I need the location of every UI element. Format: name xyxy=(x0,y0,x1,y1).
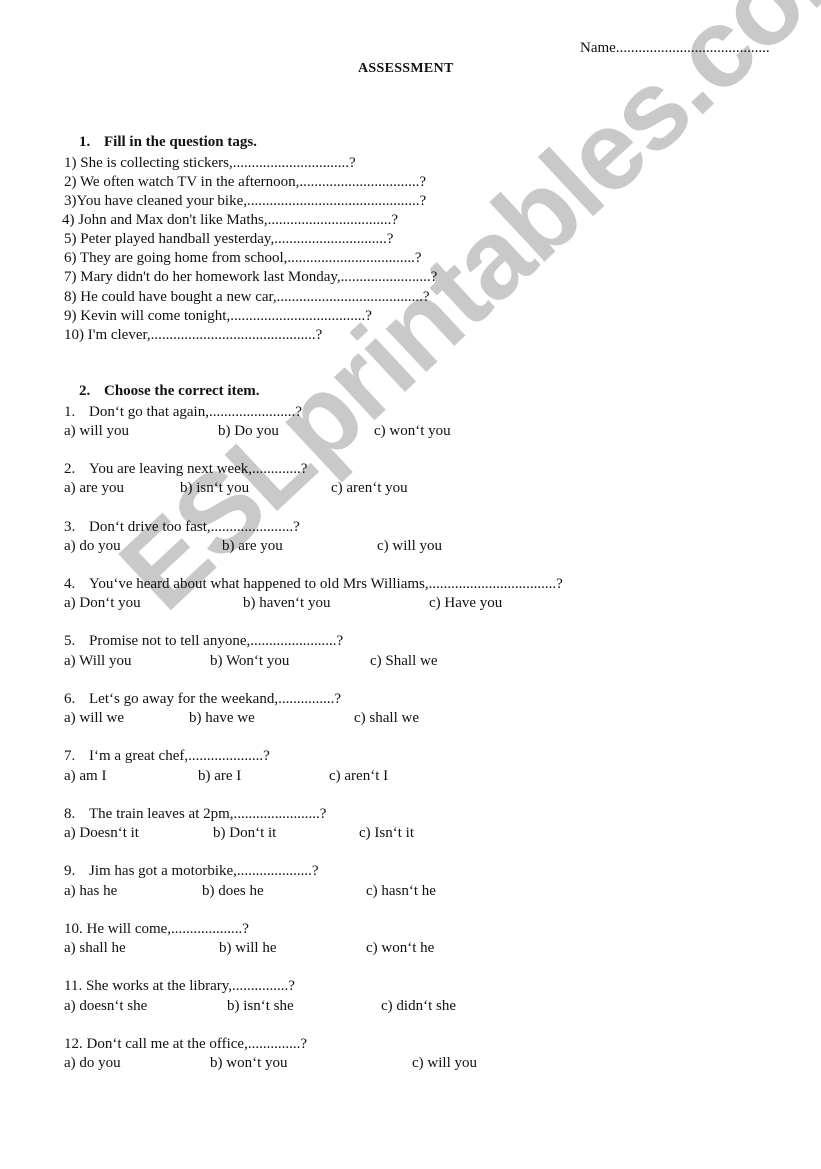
tag-item[interactable]: 6) They are going home from school,.....… xyxy=(64,250,422,267)
question-number: 11. xyxy=(64,978,83,994)
question: 1. Don‘t go that again,..................… xyxy=(64,404,302,421)
question-text: Jim has got a motorbike,................… xyxy=(89,863,319,879)
question-text: Don‘t drive too fast,...................… xyxy=(89,519,300,535)
question-text: Let‘s go away for the weekand,..........… xyxy=(89,691,341,707)
option-c[interactable]: c) shall we xyxy=(354,710,419,727)
option-a[interactable]: a) Don‘t you xyxy=(64,595,141,612)
question-text: Don‘t call me at the office,............… xyxy=(86,1036,307,1052)
option-c[interactable]: c) Shall we xyxy=(370,653,437,670)
option-c[interactable]: c) Isn‘t it xyxy=(359,825,414,842)
option-c[interactable]: c) hasn‘t he xyxy=(366,883,436,900)
tag-item[interactable]: 8) He could have bought a new car,......… xyxy=(64,289,430,306)
page-title: ASSESSMENT xyxy=(358,61,454,76)
section-number: 1. xyxy=(79,134,91,150)
question-number: 3. xyxy=(64,519,76,535)
option-a[interactable]: a) has he xyxy=(64,883,117,900)
option-b[interactable]: b) Won‘t you xyxy=(210,653,289,670)
section-title: Fill in the question tags. xyxy=(104,134,257,150)
option-c[interactable]: c) didn‘t she xyxy=(381,998,456,1015)
question-text: Don‘t go that again,....................… xyxy=(89,404,302,420)
question-number: 5. xyxy=(64,633,76,649)
section-number: 2. xyxy=(79,383,91,399)
option-a[interactable]: a) doesn‘t she xyxy=(64,998,147,1015)
question: 3. Don‘t drive too fast,.................… xyxy=(64,519,300,536)
tag-item[interactable]: 10) I'm clever,.........................… xyxy=(64,327,322,344)
option-c[interactable]: c) won‘t he xyxy=(366,940,434,957)
tag-item[interactable]: 7) Mary didn't do her homework last Mond… xyxy=(64,269,437,286)
question-number: 1. xyxy=(64,404,76,420)
question: 10. He will come,...................? xyxy=(64,921,249,938)
question-text: I‘m a great chef,....................? xyxy=(89,748,270,764)
option-a[interactable]: a) do you xyxy=(64,1055,121,1072)
option-b[interactable]: b) isn‘t you xyxy=(180,480,249,497)
option-a[interactable]: a) will we xyxy=(64,710,124,727)
question-text: You are leaving next week,.............? xyxy=(89,461,308,477)
option-c[interactable]: c) aren‘t you xyxy=(331,480,408,497)
question-text: Promise not to tell anyone,.............… xyxy=(89,633,344,649)
question-text: She works at the library,...............… xyxy=(85,978,295,994)
option-a[interactable]: a) Doesn‘t it xyxy=(64,825,139,842)
question: 6. Let‘s go away for the weekand,........… xyxy=(64,691,341,708)
question-number: 9. xyxy=(64,863,76,879)
option-c[interactable]: c) will you xyxy=(412,1055,477,1072)
option-a[interactable]: a) shall he xyxy=(64,940,126,957)
question-number: 10. xyxy=(64,921,83,937)
question: 8. The train leaves at 2pm,..............… xyxy=(64,806,326,823)
tag-item[interactable]: 3)You have cleaned your bike,...........… xyxy=(64,193,426,210)
option-b[interactable]: b) are I xyxy=(198,768,241,785)
option-a[interactable]: a) do you xyxy=(64,538,121,555)
question-number: 6. xyxy=(64,691,76,707)
option-c[interactable]: c) aren‘t I xyxy=(329,768,388,785)
question: 11. She works at the library,...........… xyxy=(64,978,295,995)
option-a[interactable]: a) will you xyxy=(64,423,129,440)
option-b[interactable]: b) won‘t you xyxy=(210,1055,288,1072)
question-text: You‘ve heard about what happened to old … xyxy=(89,576,563,592)
option-c[interactable]: c) Have you xyxy=(429,595,502,612)
option-a[interactable]: a) am I xyxy=(64,768,106,785)
option-c[interactable]: c) will you xyxy=(377,538,442,555)
tag-item[interactable]: 2) We often watch TV in the afternoon,..… xyxy=(64,174,426,191)
option-c[interactable]: c) won‘t you xyxy=(374,423,451,440)
question-number: 2. xyxy=(64,461,76,477)
question: 2. You are leaving next week,............… xyxy=(64,461,307,478)
option-b[interactable]: b) haven‘t you xyxy=(243,595,330,612)
option-b[interactable]: b) have we xyxy=(189,710,255,727)
name-field[interactable]: Name....................................… xyxy=(580,40,770,57)
question-number: 12. xyxy=(64,1036,83,1052)
question: 4. You‘ve heard about what happened to ol… xyxy=(64,576,563,593)
option-b[interactable]: b) Don‘t it xyxy=(213,825,276,842)
tag-item[interactable]: 1) She is collecting stickers,..........… xyxy=(64,155,356,172)
question-text: He will come,...................? xyxy=(86,921,249,937)
question-number: 4. xyxy=(64,576,76,592)
option-b[interactable]: b) isn‘t she xyxy=(227,998,294,1015)
option-b[interactable]: b) are you xyxy=(222,538,283,555)
option-a[interactable]: a) are you xyxy=(64,480,124,497)
option-a[interactable]: a) Will you xyxy=(64,653,131,670)
tag-item[interactable]: 5) Peter played handball yesterday,.....… xyxy=(64,231,393,248)
question: 9. Jim has got a motorbike,..............… xyxy=(64,863,319,880)
option-b[interactable]: b) Do you xyxy=(218,423,279,440)
question: 5. Promise not to tell anyone,...........… xyxy=(64,633,343,650)
option-b[interactable]: b) does he xyxy=(202,883,264,900)
question-number: 8. xyxy=(64,806,76,822)
tag-item[interactable]: 4) John and Max don't like Maths,.......… xyxy=(62,212,398,229)
tag-item[interactable]: 9) Kevin will come tonight,.............… xyxy=(64,308,372,325)
section-title: Choose the correct item. xyxy=(104,383,260,399)
question-number: 7. xyxy=(64,748,76,764)
option-b[interactable]: b) will he xyxy=(219,940,277,957)
question-text: The train leaves at 2pm,................… xyxy=(89,806,327,822)
question: 7. I‘m a great chef,....................? xyxy=(64,748,270,765)
question: 12. Don‘t call me at the office,........… xyxy=(64,1036,307,1053)
